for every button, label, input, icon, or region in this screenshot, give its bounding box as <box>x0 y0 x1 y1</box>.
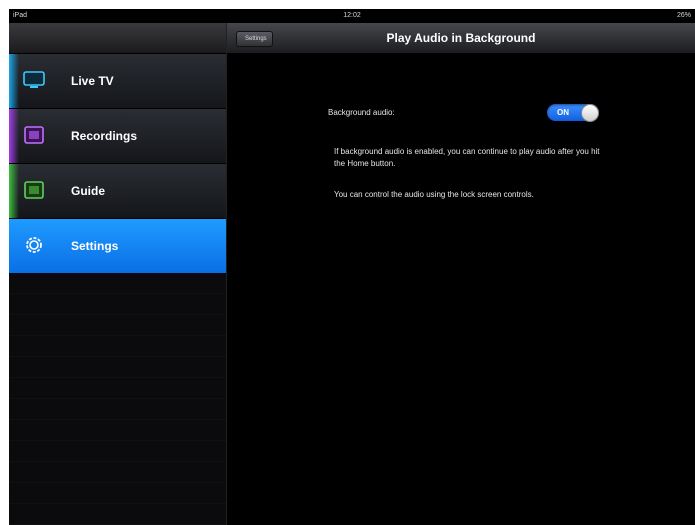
navigation-bar: Settings Play Audio in Background <box>227 23 695 54</box>
description-text: If background audio is enabled, you can … <box>334 147 600 168</box>
sidebar-item-label: Recordings <box>71 129 138 143</box>
sidebar-item-guide[interactable]: Guide <box>9 164 226 219</box>
description-text: You can control the audio using the lock… <box>334 190 534 199</box>
background-audio-toggle[interactable]: ON <box>547 104 599 122</box>
sidebar-header <box>9 23 226 54</box>
guide-icon <box>24 181 44 199</box>
sidebar-item-recordings[interactable]: Recordings <box>9 109 226 164</box>
background-audio-label: Background audio: <box>328 108 395 117</box>
sidebar: Live TV Recordings Guide Settings <box>9 23 226 525</box>
toggle-knob <box>581 104 599 122</box>
status-bar: iPad 12:02 26% <box>9 9 695 23</box>
battery-indicator: 26% <box>676 12 691 19</box>
sidebar-item-live-tv[interactable]: Live TV <box>9 54 226 109</box>
clock: 12:02 <box>343 12 361 19</box>
sidebar-item-label: Settings <box>71 239 119 253</box>
sidebar-item-label: Guide <box>71 184 106 198</box>
detail-pane: Settings Play Audio in Background Backgr… <box>227 23 695 525</box>
ipad-screen: iPad 12:02 26% Live TV Recordings Guide … <box>9 9 695 525</box>
gear-icon <box>26 237 42 253</box>
tv-icon <box>23 71 45 88</box>
sidebar-item-label: Live TV <box>71 74 114 88</box>
page-title: Play Audio in Background <box>386 31 536 45</box>
sidebar-empty-area <box>9 273 226 525</box>
toggle-state-label: ON <box>557 108 569 117</box>
recordings-icon <box>24 126 44 144</box>
sidebar-item-settings[interactable]: Settings <box>9 219 226 274</box>
